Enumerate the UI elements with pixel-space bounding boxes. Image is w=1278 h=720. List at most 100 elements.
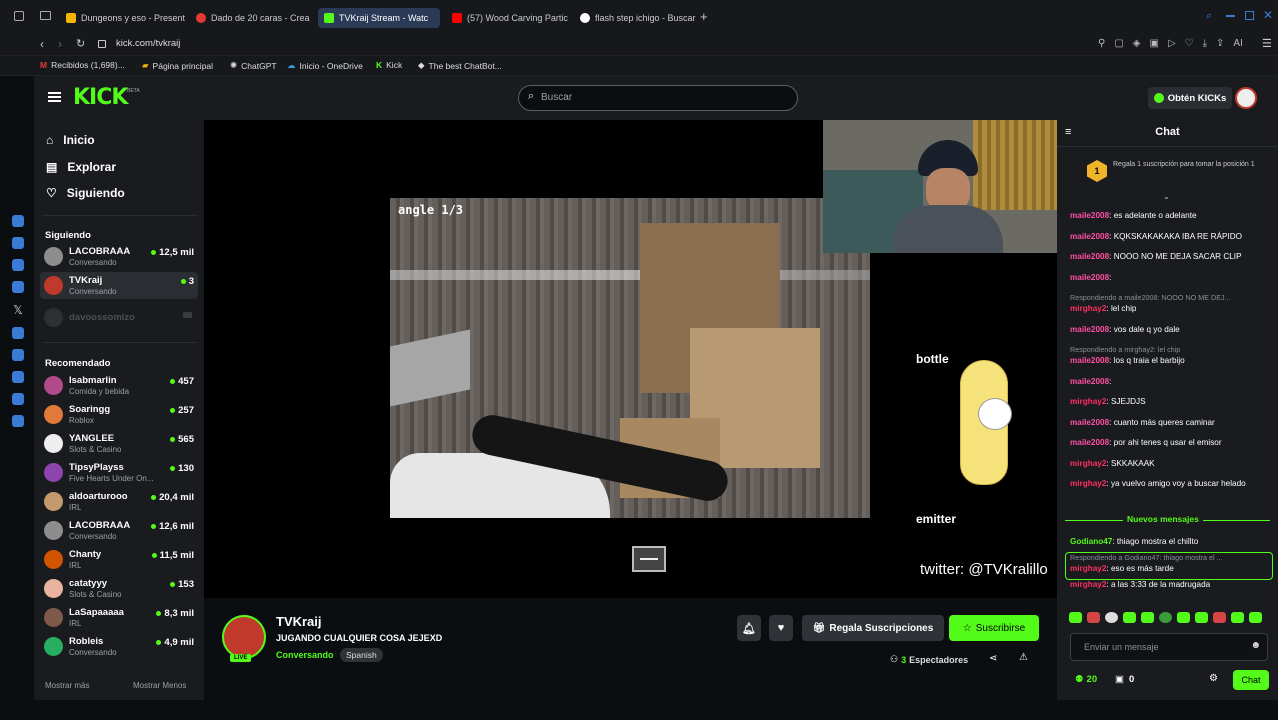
cloud-side-icon[interactable] bbox=[12, 393, 24, 405]
minimize-icon[interactable] bbox=[1226, 15, 1235, 17]
chat-username[interactable]: maile2008 bbox=[1070, 418, 1109, 427]
shield-icon[interactable]: ◈ bbox=[1133, 38, 1141, 49]
emote-icon[interactable] bbox=[1159, 612, 1172, 623]
notification-bell-button[interactable]: 🔔︎ bbox=[737, 615, 761, 641]
play-icon[interactable]: ▷ bbox=[1168, 38, 1176, 49]
download-icon[interactable]: ⤓ bbox=[1203, 38, 1207, 49]
nav-inicio[interactable]: ⌂ Inicio bbox=[46, 133, 95, 147]
chat-message[interactable]: maile2008: KQKSKAKAKAKA IBA RE RÁPIDO bbox=[1070, 232, 1275, 242]
sidebar-channel-recommended[interactable]: Chanty IRL 11,5 mil bbox=[40, 546, 198, 573]
chat-username[interactable]: mirghay2 bbox=[1070, 304, 1106, 313]
maximize-icon[interactable] bbox=[1245, 11, 1254, 20]
send-chat-button[interactable]: Chat bbox=[1233, 670, 1269, 690]
search-input[interactable]: ⌕ Buscar bbox=[518, 85, 798, 111]
menu-icon[interactable]: ☰ bbox=[1262, 37, 1272, 50]
emote-icon[interactable] bbox=[1105, 612, 1118, 623]
window-icon[interactable] bbox=[14, 11, 24, 21]
chat-message[interactable]: maile2008: los q traia el barbijo bbox=[1070, 356, 1275, 366]
emoji-picker-icon[interactable]: ☻ bbox=[1250, 640, 1261, 651]
emote-icon[interactable] bbox=[1123, 612, 1136, 623]
nav-siguiendo[interactable]: ♡ Siguiendo bbox=[46, 186, 125, 200]
bookmark-side-icon[interactable] bbox=[12, 237, 24, 249]
chat-message[interactable]: mirghay2: SKKAKAAK bbox=[1070, 459, 1275, 469]
chat-username[interactable]: maile2008 bbox=[1070, 252, 1109, 261]
sync-icon[interactable] bbox=[12, 215, 24, 227]
clock-icon[interactable] bbox=[12, 371, 24, 383]
share-stream-icon[interactable]: ⋖ bbox=[989, 653, 997, 664]
sidebar-channel-recommended[interactable]: LACOBRAAA Conversando 12,6 mil bbox=[40, 517, 198, 544]
sidebar-channel-offline[interactable]: davoossomizo bbox=[40, 304, 198, 331]
show-more-link[interactable]: Mostrar más bbox=[45, 681, 89, 690]
tab-5[interactable]: flash step ichigo - Buscar bbox=[574, 8, 696, 28]
report-icon[interactable]: ⚠ bbox=[1019, 652, 1028, 663]
chat-username[interactable]: maile2008 bbox=[1070, 325, 1109, 334]
chat-message[interactable]: maile2008: por ahi tenes q usar el emiso… bbox=[1070, 438, 1275, 448]
chat-username[interactable]: mirghay2 bbox=[1070, 397, 1106, 406]
streamer-avatar[interactable] bbox=[222, 615, 266, 659]
tab-list-icon[interactable] bbox=[40, 11, 51, 20]
emote-icon[interactable] bbox=[1195, 612, 1208, 623]
chat-username[interactable]: maile2008 bbox=[1070, 232, 1109, 241]
chat-username[interactable]: Godiano47 bbox=[1070, 537, 1112, 546]
pinned-gift-prompt[interactable]: Regala 1 suscripción para tomar la posic… bbox=[1113, 160, 1263, 169]
bookmark-chatbot[interactable]: ◆ The best ChatBot... bbox=[418, 60, 502, 71]
chat-username[interactable]: maile2008 bbox=[1070, 211, 1109, 220]
tab-2[interactable]: Dado de 20 caras - Crea bbox=[190, 8, 310, 28]
notes-icon[interactable] bbox=[12, 349, 24, 361]
emote-icon[interactable] bbox=[1249, 612, 1262, 623]
history-icon[interactable] bbox=[12, 327, 24, 339]
bookmark-gmail[interactable]: M Recibidos (1,698)... bbox=[40, 60, 125, 70]
streamer-name[interactable]: TVKraij bbox=[276, 614, 322, 629]
gift-subs-button[interactable]: 🎁︎ Regala Suscripciones bbox=[802, 615, 944, 641]
follow-heart-button[interactable]: ♥ bbox=[769, 615, 793, 641]
emote-icon[interactable] bbox=[1231, 612, 1244, 623]
chat-username[interactable]: maile2008 bbox=[1070, 438, 1109, 447]
emote-icon[interactable] bbox=[1069, 612, 1082, 623]
settings-side-icon[interactable] bbox=[12, 415, 24, 427]
chat-message[interactable]: mirghay2: SJEJDJS bbox=[1070, 397, 1275, 407]
back-icon[interactable]: ‹ bbox=[40, 37, 44, 51]
forward-icon[interactable]: › bbox=[58, 37, 62, 51]
bookmark-onedrive[interactable]: ☁ Inicio - OneDrive bbox=[287, 60, 363, 71]
nav-explorar[interactable]: ▤ Explorar bbox=[46, 160, 116, 174]
share-icon[interactable]: ⇪ bbox=[1216, 38, 1224, 49]
sidebar-channel-recommended[interactable]: Isabmarlin Comida y bebida 457 bbox=[40, 372, 198, 399]
chat-username[interactable]: mirghay2 bbox=[1070, 459, 1106, 468]
close-window-icon[interactable]: ✕ bbox=[1263, 8, 1273, 22]
chat-username[interactable]: mirghay2 bbox=[1070, 580, 1106, 589]
tab-3-active[interactable]: TVKraij Stream - Watc bbox=[318, 8, 440, 28]
search-icon[interactable]: ⌕ bbox=[1206, 10, 1212, 23]
emote-icon[interactable] bbox=[1177, 612, 1190, 623]
bookmark-chatgpt[interactable]: ✺ ChatGPT bbox=[230, 60, 277, 71]
pin-icon[interactable]: ⚲ bbox=[1098, 38, 1105, 49]
chat-username[interactable]: mirghay2 bbox=[1070, 479, 1106, 488]
hamburger-menu-icon[interactable] bbox=[48, 92, 61, 94]
chat-message[interactable]: maile2008: NOOO NO ME DEJA SACAR CLIP bbox=[1070, 252, 1275, 262]
subscribe-button[interactable]: ☆ Suscribirse bbox=[949, 615, 1039, 641]
chat-message[interactable]: mirghay2: ya vuelvo amigo voy a buscar h… bbox=[1070, 479, 1275, 489]
chat-message[interactable]: maile2008: bbox=[1070, 377, 1275, 387]
video-player[interactable]: angle 1/3 bottle emitter twitter: @TVKra… bbox=[204, 120, 1057, 598]
mail-icon[interactable] bbox=[12, 281, 24, 293]
url-field[interactable]: kick.com/tvkraij bbox=[116, 38, 180, 49]
chat-message[interactable]: maile2008: vos dale q yo dale bbox=[1070, 325, 1275, 335]
new-tab-button[interactable]: + bbox=[700, 9, 708, 24]
chat-username[interactable]: maile2008 bbox=[1070, 377, 1109, 386]
stream-category[interactable]: Conversando bbox=[276, 650, 334, 660]
bookmark-home[interactable]: ▰ Página principal bbox=[142, 60, 213, 71]
tab-1[interactable]: Dungeons y eso - Present bbox=[60, 8, 185, 28]
emote-icon[interactable] bbox=[1213, 612, 1226, 623]
reload-icon[interactable]: ↻ bbox=[76, 37, 85, 50]
emote-icon[interactable] bbox=[1087, 612, 1100, 623]
user-avatar[interactable] bbox=[1235, 87, 1257, 109]
ai-extension[interactable]: AI bbox=[1233, 38, 1242, 49]
sidebar-channel-recommended[interactable]: Robleis Conversando 4,9 mil bbox=[40, 633, 198, 660]
sidebar-channel-recommended[interactable]: catatyyy Slots & Casino 153 bbox=[40, 575, 198, 602]
chat-message[interactable]: mirghay2: a las 3:33 de la madrugada bbox=[1070, 580, 1275, 590]
chat-settings-icon[interactable]: ⚙ bbox=[1209, 673, 1218, 684]
show-less-link[interactable]: Mostrar Menos bbox=[133, 681, 186, 690]
chat-username[interactable]: maile2008 bbox=[1070, 273, 1109, 282]
messenger-icon[interactable] bbox=[12, 259, 24, 271]
sidebar-channel-recommended[interactable]: YANGLEE Slots & Casino 565 bbox=[40, 430, 198, 457]
emote-icon[interactable] bbox=[1141, 612, 1154, 623]
